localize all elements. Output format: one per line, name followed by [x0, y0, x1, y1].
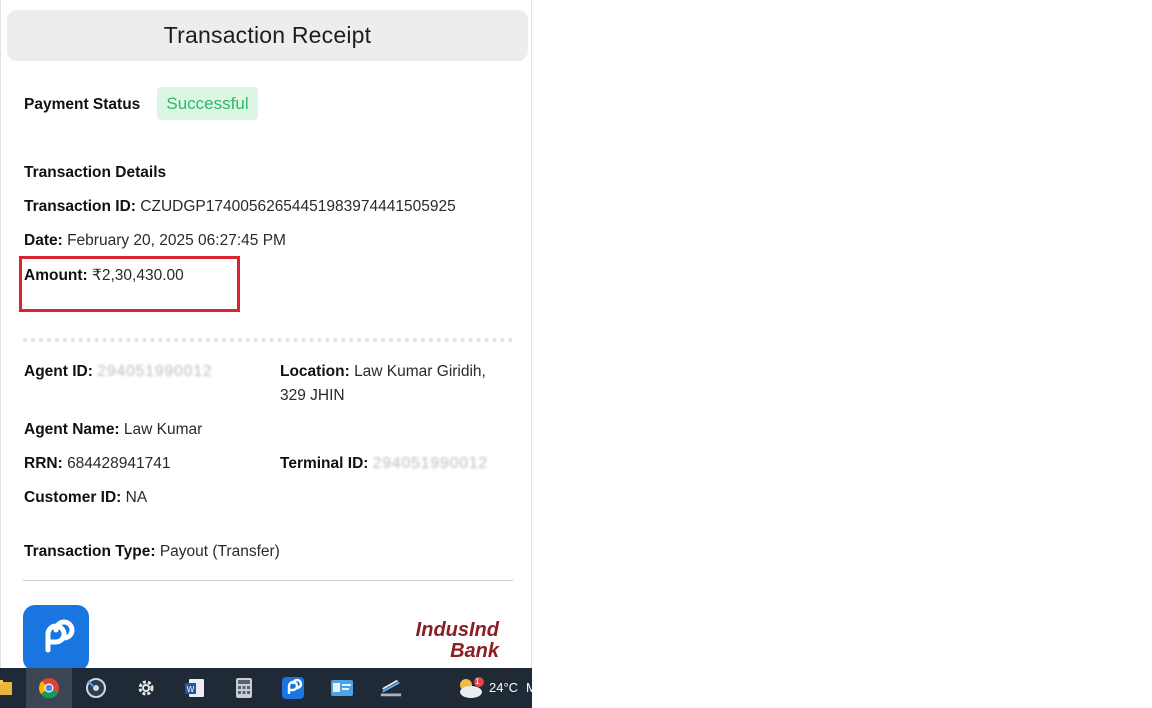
location-value-line1: Law Kumar Giridih, — [354, 363, 486, 380]
customer-id-label: Customer ID: — [24, 489, 122, 506]
agent-id-value: 294051990012 — [97, 363, 213, 380]
media-player-icon[interactable] — [84, 676, 108, 700]
transaction-type-value: Payout (Transfer) — [159, 543, 280, 560]
agent-name-value: Law Kumar — [123, 421, 203, 438]
footer-divider — [23, 580, 513, 581]
payment-app-logo-icon — [23, 605, 89, 668]
transaction-type-row: Transaction Type: Payout (Transfer) — [24, 543, 280, 561]
rrn-label: RRN: — [24, 455, 63, 472]
id-card-icon[interactable] — [330, 676, 354, 700]
amount-highlight-box — [19, 256, 240, 312]
date-row: Date: February 20, 2025 06:27:45 PM — [24, 232, 286, 250]
location-label: Location: — [280, 363, 350, 380]
dotted-divider — [23, 338, 513, 342]
transaction-receipt: Transaction Receipt Payment Status Succe… — [0, 0, 532, 668]
settings-gear-icon[interactable] — [134, 676, 158, 700]
taskbar-overflow-text: M — [526, 680, 537, 695]
rrn-value: 684428941741 — [67, 455, 171, 472]
agent-name-row: Agent Name: Law Kumar — [24, 421, 202, 439]
bank-logo-line1: IndusInd — [415, 619, 499, 641]
weather-icon[interactable]: 1 — [455, 676, 485, 700]
date-value: February 20, 2025 06:27:45 PM — [67, 232, 286, 249]
scanner-icon[interactable] — [379, 676, 403, 700]
bank-logo-line2: Bank — [450, 640, 499, 662]
status-badge: Successful — [157, 87, 258, 120]
agent-id-row: Agent ID: 294051990012 — [24, 363, 213, 381]
calculator-icon[interactable] — [232, 676, 256, 700]
weather-badge: 1 — [475, 677, 480, 686]
transaction-id-label: Transaction ID: — [24, 198, 136, 215]
terminal-id-row: Terminal ID: 294051990012 — [280, 455, 488, 473]
date-label: Date: — [24, 232, 63, 249]
chrome-icon[interactable] — [37, 676, 61, 700]
word-icon[interactable]: W — [183, 676, 207, 700]
transaction-type-label: Transaction Type: — [24, 543, 156, 560]
receipt-title: Transaction Receipt — [7, 10, 528, 61]
file-explorer-icon[interactable] — [0, 676, 16, 700]
location-row: Location: Law Kumar Giridih, — [280, 363, 486, 381]
bank-logo: IndusInd Bank — [381, 620, 499, 662]
temperature-readout: 24°C — [489, 680, 519, 695]
agent-name-label: Agent Name: — [24, 421, 120, 438]
customer-id-value: NA — [125, 489, 148, 506]
agent-id-label: Agent ID: — [24, 363, 93, 380]
transaction-id-row: Transaction ID: CZUDGP174005626544519839… — [24, 198, 456, 216]
svg-text:W: W — [187, 685, 195, 694]
payment-app-icon[interactable] — [281, 676, 305, 700]
terminal-id-label: Terminal ID: — [280, 455, 369, 472]
taskbar: W 1 24°C M — [0, 668, 537, 708]
location-value-line2: 329 JHIN — [280, 387, 345, 404]
payment-status-label: Payment Status — [24, 96, 141, 113]
customer-id-row: Customer ID: NA — [24, 489, 147, 507]
rrn-row: RRN: 684428941741 — [24, 455, 171, 473]
section-title: Transaction Details — [24, 164, 167, 181]
transaction-id-value: CZUDGP17400562654451983974441505925 — [140, 198, 456, 215]
terminal-id-value: 294051990012 — [372, 455, 489, 472]
